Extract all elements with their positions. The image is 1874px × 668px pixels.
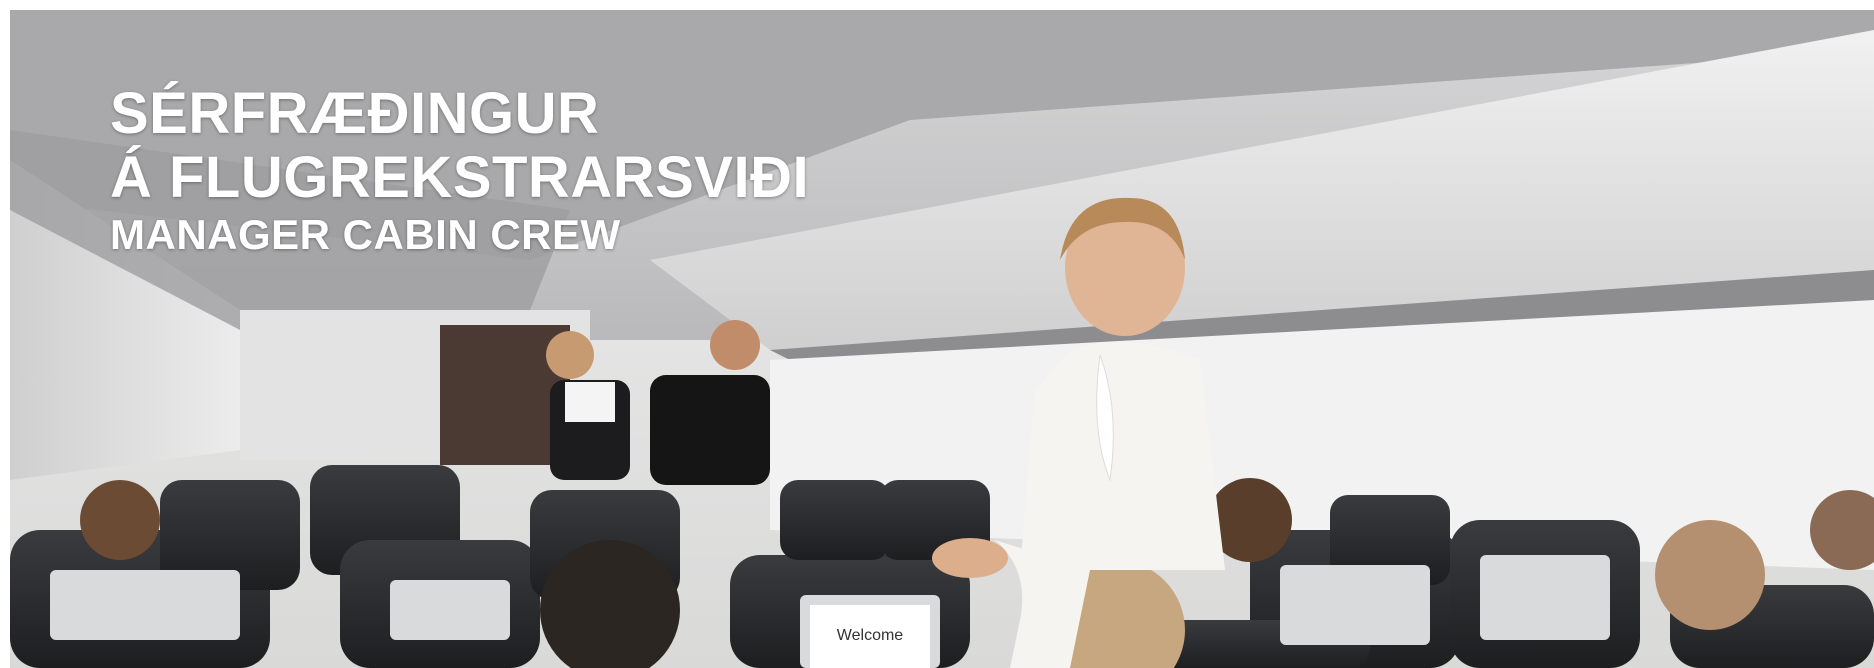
subtitle: MANAGER CABIN CREW [110,211,621,258]
hero-banner: Welcome SÉRFRÆÐINGUR Á FLUGREKSTRARSVIÐI… [10,10,1874,668]
headline: SÉRFRÆÐINGUR Á FLUGREKSTRARSVIÐI MANAGER… [110,82,809,260]
title-line-2: Á FLUGREKSTRARSVIÐI [110,145,810,210]
title-line-1: SÉRFRÆÐINGUR [110,81,600,146]
background-crew [546,320,770,485]
seatback-screen-text: Welcome [837,627,903,644]
